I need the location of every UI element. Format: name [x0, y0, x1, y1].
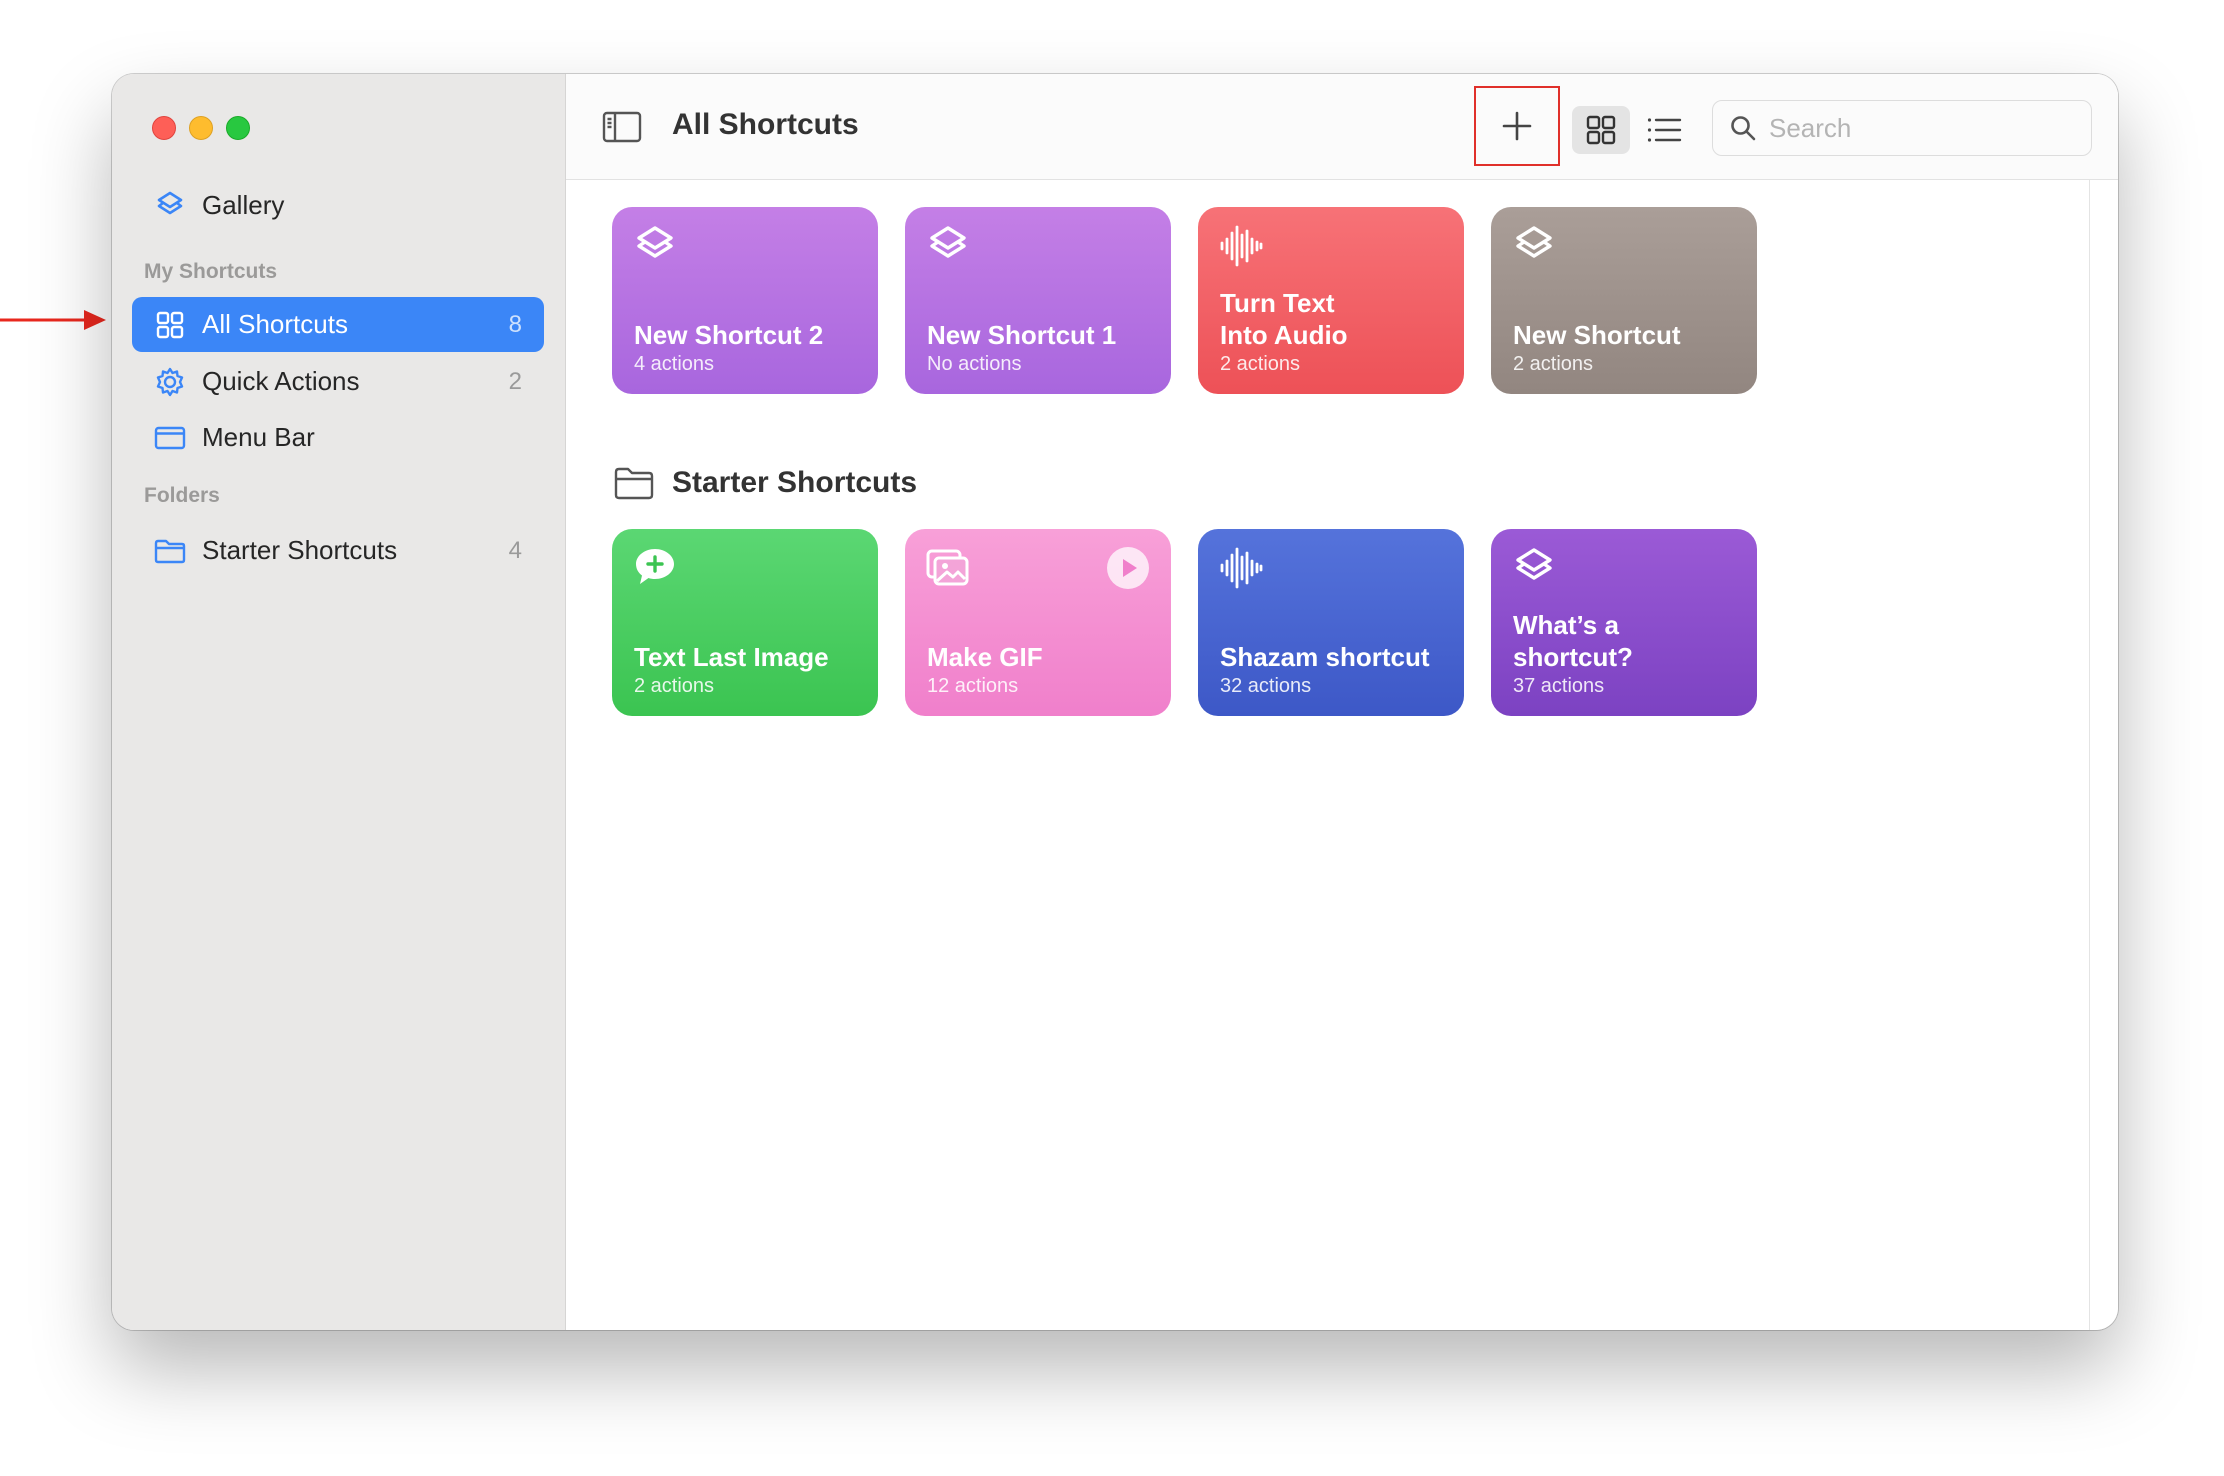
shortcut-action-count: 2 actions — [1220, 353, 1301, 375]
layers-icon — [930, 226, 966, 258]
shortcut-card-shazam-shortcut[interactable]: Shazam shortcut 32 actions — [1198, 529, 1464, 716]
folder-icon — [614, 467, 654, 500]
maximize-window-button[interactable] — [226, 116, 250, 140]
add-shortcut-button[interactable] — [1474, 86, 1560, 166]
list-icon — [1647, 118, 1682, 142]
shortcut-title: New Shortcut 1 — [927, 320, 1117, 350]
message-plus-icon — [636, 549, 674, 584]
shortcut-title: New Shortcut 2 — [634, 320, 824, 350]
search-input[interactable] — [1769, 112, 2069, 144]
folder-icon — [152, 533, 188, 569]
sidebar-item-label: All Shortcuts — [202, 309, 348, 339]
layers-icon — [152, 188, 188, 224]
plus-icon — [1502, 111, 1532, 141]
folder-title: Starter Shortcuts — [672, 466, 918, 499]
shortcut-title: Turn Text Into Audio — [1220, 288, 1348, 350]
grid-icon — [1586, 115, 1616, 145]
sidebar-item-starter-shortcuts[interactable]: Starter Shortcuts 4 — [132, 523, 544, 578]
minimize-window-button[interactable] — [189, 116, 213, 140]
section-header-folders: Folders — [144, 484, 220, 507]
shortcut-title: Make GIF — [927, 642, 1043, 672]
shortcut-card-make-gif[interactable]: Make GIF 12 actions — [905, 529, 1171, 716]
layers-icon — [637, 226, 673, 258]
waveform-icon — [1220, 547, 1263, 589]
sidebar-item-quick-actions[interactable]: Quick Actions 2 — [132, 354, 544, 409]
shortcuts-window: Gallery My Shortcuts All Shortcuts 8 Qui… — [112, 74, 2118, 1330]
shortcut-action-count: 2 actions — [634, 675, 715, 697]
sidebar-item-label: Starter Shortcuts — [202, 535, 398, 565]
search-field[interactable] — [1712, 100, 2092, 156]
shortcut-card-whats-a-shortcut[interactable]: What’s a shortcut? 37 actions — [1491, 529, 1757, 716]
item-count: 8 — [508, 310, 522, 338]
shortcut-action-count: 4 actions — [634, 353, 715, 375]
shortcut-title: Shazam shortcut — [1220, 642, 1430, 672]
folder-section-header: Starter Shortcuts — [614, 466, 917, 500]
shortcut-card-turn-text-into-audio[interactable]: Turn Text Into Audio 2 actions — [1198, 207, 1464, 394]
shortcut-card-new-shortcut[interactable]: New Shortcut 2 actions — [1491, 207, 1757, 394]
item-count: 2 — [508, 367, 522, 395]
list-view-button[interactable] — [1640, 106, 1688, 154]
shortcut-action-count: No actions — [927, 353, 1022, 375]
shortcut-card-new-shortcut-2[interactable]: New Shortcut 2 4 actions — [612, 207, 878, 394]
screenshot-stage: Gallery My Shortcuts All Shortcuts 8 Qui… — [0, 0, 2224, 1476]
layers-icon — [1516, 548, 1552, 580]
scrollbar-track[interactable] — [2089, 180, 2090, 1330]
sidebar-item-label: Quick Actions — [202, 366, 360, 396]
annotation-arrow-icon — [0, 310, 106, 330]
search-icon — [1731, 116, 1756, 141]
shortcut-title: What’s a shortcut? — [1513, 610, 1633, 672]
layers-icon — [1516, 226, 1552, 258]
shortcut-title: New Shortcut — [1513, 320, 1681, 350]
sidebar-toggle-icon[interactable] — [602, 110, 642, 144]
grid-icon — [152, 307, 188, 343]
window-controls — [152, 116, 250, 140]
sidebar-item-menu-bar[interactable]: Menu Bar — [132, 410, 544, 465]
shortcut-action-count: 2 actions — [1513, 353, 1594, 375]
shortcut-card-new-shortcut-1[interactable]: New Shortcut 1 No actions — [905, 207, 1171, 394]
main-content: All Shortcuts Search New Shortcut 2 4 ac… — [566, 74, 2118, 1330]
sidebar-item-gallery[interactable]: Gallery — [132, 178, 544, 233]
sidebar-item-all-shortcuts[interactable]: All Shortcuts 8 — [132, 297, 544, 352]
grid-view-button[interactable] — [1572, 106, 1630, 154]
run-shortcut-icon[interactable] — [1105, 545, 1151, 591]
item-count: 4 — [508, 536, 522, 564]
menu-bar-icon — [152, 420, 188, 456]
shortcut-action-count: 12 actions — [927, 675, 1019, 697]
shortcut-action-count: 37 actions — [1513, 675, 1605, 697]
page-title: All Shortcuts — [672, 108, 859, 141]
toolbar: All Shortcuts — [566, 74, 2118, 180]
section-header-my-shortcuts: My Shortcuts — [144, 260, 278, 283]
shortcut-title: Text Last Image — [634, 642, 829, 672]
shortcut-action-count: 32 actions — [1220, 675, 1312, 697]
photos-icon — [926, 549, 969, 586]
sidebar-item-label: Gallery — [202, 190, 285, 220]
gear-icon — [152, 364, 188, 400]
close-window-button[interactable] — [152, 116, 176, 140]
waveform-icon — [1220, 225, 1263, 267]
sidebar-item-label: Menu Bar — [202, 422, 315, 452]
sidebar: Gallery My Shortcuts All Shortcuts 8 Qui… — [112, 74, 566, 1330]
shortcut-card-text-last-image[interactable]: Text Last Image 2 actions — [612, 529, 878, 716]
